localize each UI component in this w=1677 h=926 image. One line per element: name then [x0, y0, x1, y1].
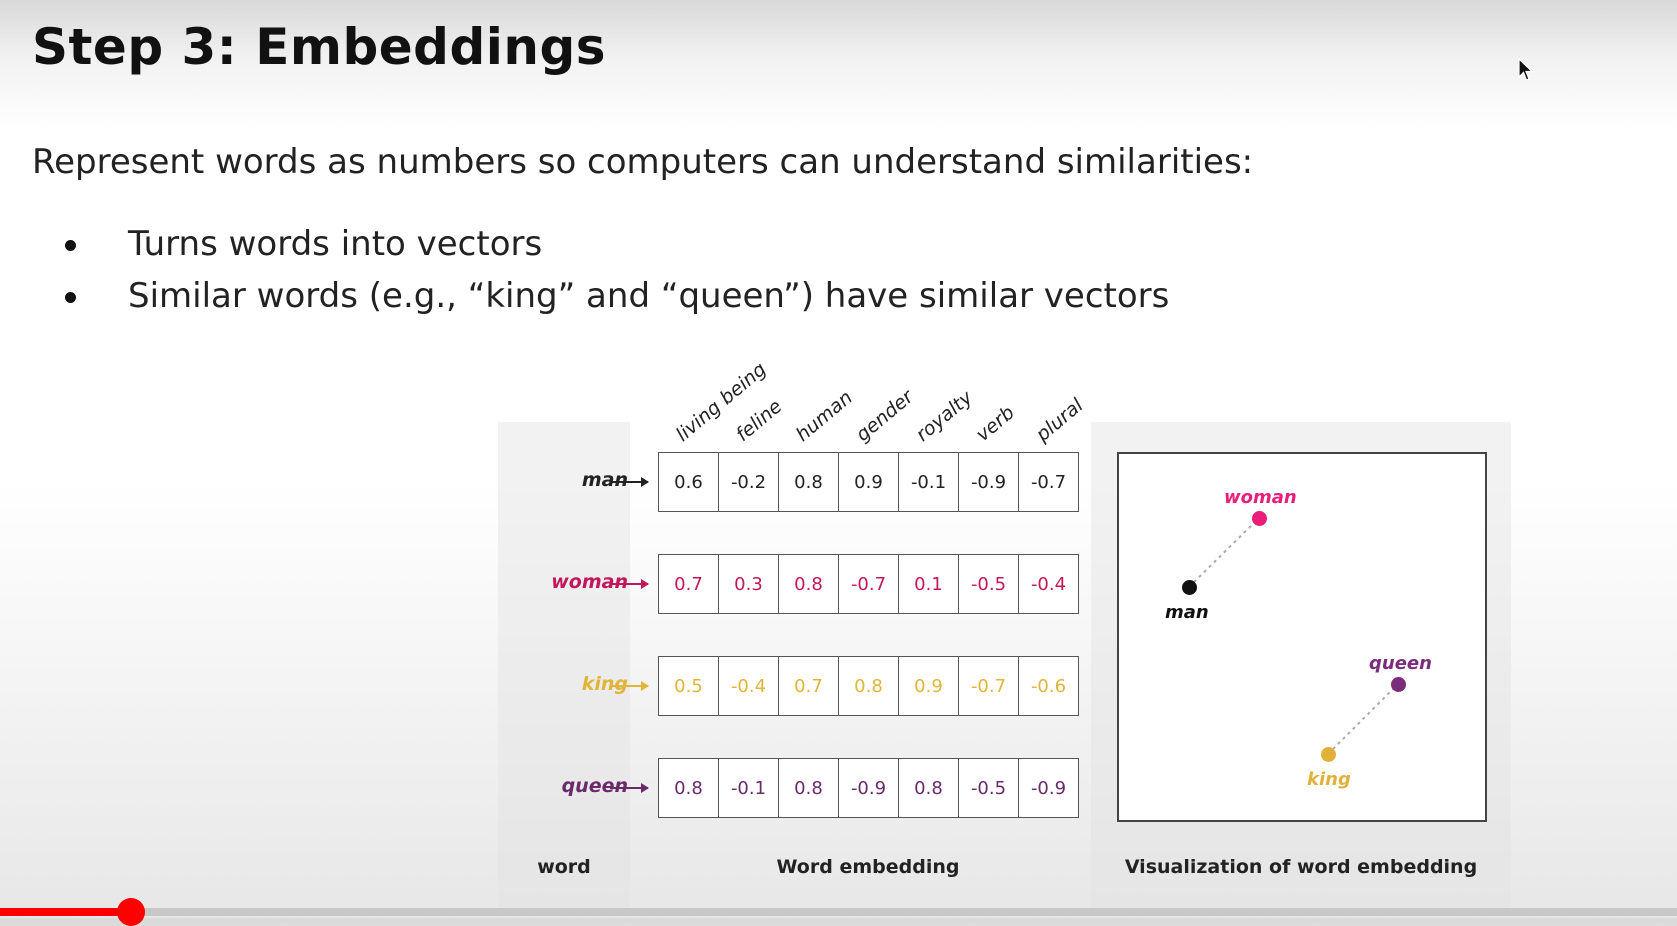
row-word-label: woman	[551, 571, 628, 593]
caption-visualization: Visualization of word embedding	[1124, 856, 1478, 878]
embedding-vector: 0.6 -0.2 0.8 0.9 -0.1 -0.9 -0.7	[658, 452, 1079, 512]
bullet-text: Similar words (e.g., “king” and “queen”)…	[128, 276, 1170, 316]
point-woman	[1252, 511, 1267, 526]
vector-cell: 0.8	[839, 657, 899, 715]
embedding-vector: 0.8 -0.1 0.8 -0.9 0.8 -0.5 -0.9	[658, 758, 1079, 818]
row-arrow-icon	[610, 477, 649, 487]
point-label-king: king	[1307, 769, 1351, 790]
point-queen	[1391, 677, 1406, 692]
feature-header: verb	[971, 401, 1019, 446]
vector-cell: 0.5	[659, 657, 719, 715]
embedding-vector: 0.5 -0.4 0.7 0.8 0.9 -0.7 -0.6	[658, 656, 1079, 716]
vector-cell: -0.1	[899, 453, 959, 511]
vector-cell: -0.1	[719, 759, 779, 817]
vector-cell: 0.1	[899, 555, 959, 613]
caption-word-embedding: Word embedding	[776, 856, 960, 878]
row-arrow-icon	[610, 579, 649, 589]
feature-header: royalty	[911, 386, 977, 446]
point-label-woman: woman	[1224, 487, 1297, 508]
embedding-vector: 0.7 0.3 0.8 -0.7 0.1 -0.5 -0.4	[658, 554, 1079, 614]
row-arrow-icon	[610, 783, 649, 793]
bullet-item: Similar words (e.g., “king” and “queen”)…	[60, 270, 1169, 322]
man-woman-connector	[1188, 517, 1260, 588]
vector-cell: -0.9	[959, 453, 1019, 511]
feature-header: human	[791, 386, 857, 446]
embedding-plot: woman man queen king	[1117, 452, 1487, 822]
slide-title: Step 3: Embeddings	[32, 18, 607, 76]
vector-cell: 0.9	[899, 657, 959, 715]
vector-cell: -0.4	[719, 657, 779, 715]
caption-word: word	[537, 856, 591, 878]
row-arrow-icon	[610, 681, 649, 691]
vector-cell: 0.8	[899, 759, 959, 817]
progress-scrubber-handle[interactable]	[116, 898, 145, 926]
vector-cell: 0.9	[839, 453, 899, 511]
bullet-list: Turns words into vectors Similar words (…	[60, 218, 1169, 322]
vector-cell: -0.9	[839, 759, 899, 817]
point-man	[1182, 580, 1197, 595]
vector-cell: 0.8	[659, 759, 719, 817]
king-queen-connector	[1327, 683, 1399, 755]
row-word-label: king	[581, 673, 628, 695]
feature-header: gender	[851, 385, 918, 446]
vector-cell: -0.6	[1019, 657, 1078, 715]
vector-cell: 0.8	[779, 453, 839, 511]
vector-cell: 0.8	[779, 759, 839, 817]
feature-header: plural	[1031, 394, 1088, 446]
vector-cell: -0.5	[959, 759, 1019, 817]
vector-cell: 0.8	[779, 555, 839, 613]
progress-played	[0, 908, 131, 916]
vector-cell: -0.9	[1019, 759, 1078, 817]
plot-connectors	[1188, 517, 1399, 755]
feature-header: feline	[731, 395, 787, 446]
row-word-label: man	[581, 469, 628, 491]
vector-cell: -0.5	[959, 555, 1019, 613]
word-column-panel	[498, 422, 630, 910]
mouse-cursor-icon	[1518, 57, 1534, 86]
point-label-queen: queen	[1369, 653, 1432, 674]
vector-cell: 0.3	[719, 555, 779, 613]
point-label-man: man	[1165, 602, 1209, 623]
row-word-label: queen	[561, 775, 628, 797]
vector-cell: -0.7	[839, 555, 899, 613]
bullet-dot-icon	[65, 292, 76, 303]
bullet-item: Turns words into vectors	[60, 218, 1169, 270]
bullet-text: Turns words into vectors	[128, 224, 543, 264]
vector-cell: -0.7	[1019, 453, 1078, 511]
vector-cell: -0.4	[1019, 555, 1078, 613]
vector-cell: 0.6	[659, 453, 719, 511]
bullet-dot-icon	[65, 240, 76, 251]
vector-cell: 0.7	[779, 657, 839, 715]
slide-intro: Represent words as numbers so computers …	[32, 142, 1254, 182]
point-king	[1321, 747, 1336, 762]
vector-cell: -0.7	[959, 657, 1019, 715]
video-progress-bar[interactable]	[0, 898, 1677, 926]
vector-cell: 0.7	[659, 555, 719, 613]
vector-cell: -0.2	[719, 453, 779, 511]
